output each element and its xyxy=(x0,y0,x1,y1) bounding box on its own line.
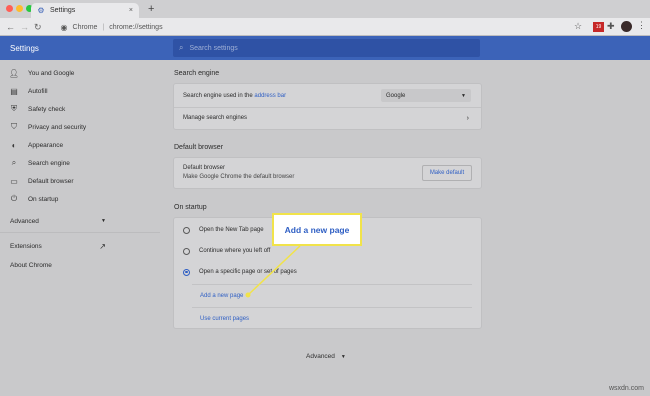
sidebar-item-label: About Chrome xyxy=(10,261,52,269)
chevron-right-icon: › xyxy=(466,114,469,122)
chevron-down-icon: ▼ xyxy=(101,218,106,224)
divider xyxy=(0,232,160,233)
extension-badge-icon[interactable]: 19 xyxy=(593,22,604,32)
advanced-label: Advanced xyxy=(306,353,335,360)
shield-check-icon: ⛨ xyxy=(11,104,17,113)
section-title-search-engine: Search engine xyxy=(174,70,220,77)
sidebar-item-autofill[interactable]: ▤ Autofill xyxy=(10,84,48,98)
startup-option-label: Continue where you left off xyxy=(199,248,271,254)
browser-toolbar: ← → ↻ ◉ Chrome | chrome://settings ☆ 19 … xyxy=(0,18,650,36)
sidebar-item-label: Appearance xyxy=(28,141,64,149)
gear-icon: ⚙ xyxy=(37,6,45,15)
startup-option-label: Open the New Tab page xyxy=(199,227,264,233)
callout-box: Add a new page xyxy=(272,213,362,246)
sidebar-item-safety-check[interactable]: ⛨ Safety check xyxy=(10,102,65,116)
avatar[interactable] xyxy=(621,21,632,32)
search-engine-select[interactable]: Google ▼ xyxy=(381,89,471,102)
clipboard-icon: ▤ xyxy=(10,86,18,96)
tab-close-icon[interactable]: × xyxy=(129,7,133,14)
divider xyxy=(192,307,472,308)
sidebar-advanced-label: Advanced xyxy=(10,217,39,225)
external-link-icon: ↗ xyxy=(99,241,106,251)
manage-search-engines-label: Manage search engines xyxy=(183,115,248,121)
origin-label: Chrome xyxy=(72,23,98,31)
sidebar-advanced-toggle[interactable]: Advanced ▼ xyxy=(10,214,106,228)
puzzle-icon[interactable]: ✚ xyxy=(607,21,615,32)
sidebar-item-you-and-google[interactable]: 👤︎ You and Google xyxy=(8,66,75,80)
sidebar-item-search-engine[interactable]: ⌕ Search engine xyxy=(10,156,70,170)
settings-header: Settings ⌕ Search settings xyxy=(0,36,650,60)
section-title-on-startup: On startup xyxy=(174,204,207,211)
manage-search-engines-row[interactable]: Manage search engines › xyxy=(174,107,481,129)
sidebar-item-appearance[interactable]: ◐ Appearance xyxy=(10,138,63,152)
startup-option-label: Open a specific page or set of pages xyxy=(199,269,297,275)
search-engine-card: Search engine used in the address bar Go… xyxy=(174,84,481,129)
sidebar-item-label: Default browser xyxy=(28,177,74,185)
person-icon: 👤︎ xyxy=(8,68,20,78)
url-text: chrome://settings xyxy=(109,23,163,31)
sidebar-item-label: Autofill xyxy=(28,87,48,95)
power-icon: ⏻ xyxy=(10,194,18,203)
sidebar-item-default-browser[interactable]: ▭ Default browser xyxy=(10,174,74,188)
search-engine-row: Search engine used in the address bar Go… xyxy=(174,84,481,107)
chrome-icon: ◉ xyxy=(60,22,68,32)
chevron-down-icon: ▼ xyxy=(461,92,466,99)
default-browser-card: Default browser Make Google Chrome the d… xyxy=(174,158,481,188)
radio-button[interactable] xyxy=(183,247,190,255)
section-title-default-browser: Default browser xyxy=(174,144,224,151)
default-browser-subtitle: Make Google Chrome the default browser xyxy=(183,174,295,180)
divider: | xyxy=(102,23,105,31)
search-input[interactable]: ⌕ Search settings xyxy=(173,39,480,57)
use-current-pages-link[interactable]: Use current pages xyxy=(174,310,481,327)
sidebar: 👤︎ You and Google ▤ Autofill ⛨ Safety ch… xyxy=(0,60,160,396)
address-bar[interactable]: ← → ↻ ◉ Chrome | chrome://settings xyxy=(6,20,592,34)
divider xyxy=(192,284,472,285)
back-icon[interactable]: ← xyxy=(6,22,15,32)
shield-icon: ⛉ xyxy=(11,122,17,131)
minimize-window-button[interactable] xyxy=(16,5,23,12)
close-window-button[interactable] xyxy=(6,5,13,12)
reload-icon[interactable]: ↻ xyxy=(34,22,42,33)
palette-icon: ◐ xyxy=(11,140,17,150)
radio-button-selected[interactable] xyxy=(183,268,190,276)
watermark: wsxdn.com xyxy=(608,385,644,392)
search-engine-label: Search engine used in the xyxy=(183,92,255,99)
search-placeholder: Search settings xyxy=(189,44,238,52)
search-icon: ⌕ xyxy=(11,158,17,167)
sidebar-item-about[interactable]: About Chrome xyxy=(10,258,52,272)
address-bar-link[interactable]: address bar xyxy=(254,93,286,99)
browser-tab[interactable]: ⚙ Settings × xyxy=(31,3,139,18)
startup-option-specific-pages[interactable]: Open a specific page or set of pages xyxy=(174,263,481,281)
menu-icon[interactable]: ⋮ xyxy=(637,20,646,31)
browser-icon: ▭ xyxy=(10,176,18,186)
selected-engine: Google xyxy=(386,92,406,99)
chevron-down-icon: ▼ xyxy=(340,353,346,360)
sidebar-item-label: Privacy and security xyxy=(28,123,87,131)
add-new-page-link[interactable]: Add a new page xyxy=(174,287,481,305)
sidebar-item-on-startup[interactable]: ⏻ On startup xyxy=(10,192,59,206)
sidebar-item-label: Extensions xyxy=(10,242,42,250)
sidebar-item-label: Search engine xyxy=(28,159,70,167)
window-titlebar: ⚙ Settings × + xyxy=(0,0,650,18)
sidebar-item-label: On startup xyxy=(28,195,59,203)
page-title: Settings xyxy=(10,44,39,53)
forward-icon[interactable]: → xyxy=(20,22,29,32)
default-browser-title: Default browser xyxy=(183,165,226,171)
sidebar-item-label: Safety check xyxy=(28,105,66,113)
sidebar-item-privacy[interactable]: ⛉ Privacy and security xyxy=(10,120,86,134)
search-icon: ⌕ xyxy=(179,43,184,52)
new-tab-button[interactable]: + xyxy=(148,3,154,15)
advanced-toggle[interactable]: Advanced ▼ xyxy=(306,353,346,360)
bookmark-star-icon[interactable]: ☆ xyxy=(574,21,582,32)
radio-button[interactable] xyxy=(183,226,190,234)
make-default-button[interactable]: Make default xyxy=(422,165,472,181)
tab-title: Settings xyxy=(50,7,76,14)
sidebar-item-extensions[interactable]: Extensions ↗ xyxy=(10,239,106,253)
sidebar-item-label: You and Google xyxy=(28,69,75,77)
